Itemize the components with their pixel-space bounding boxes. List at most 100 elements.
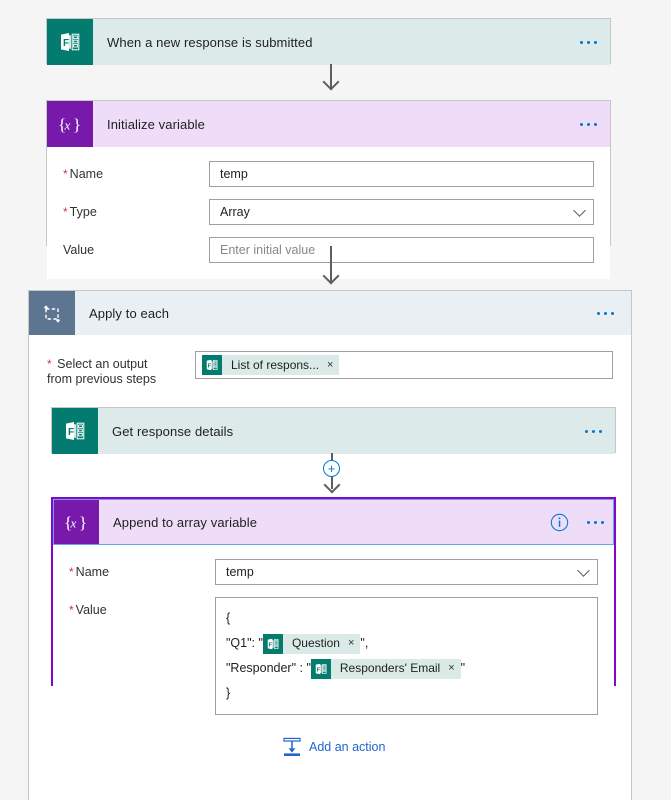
menu-dot [586,520,590,524]
svg-text:F: F [63,38,69,49]
scope-apply-to-each[interactable]: Apply to each Select an output from prev… [28,290,632,800]
token-chip-list-of-responses[interactable]: F List of respons... × [202,355,340,375]
field-name: Name temp [63,161,594,187]
menu-dot [596,311,600,315]
card-header[interactable]: { x } Initialize variable [47,101,610,147]
menu-dot [579,40,583,44]
card-title: Initialize variable [107,116,206,132]
menu-dot [593,40,597,44]
microsoft-forms-icon: F [310,658,331,679]
scope-header[interactable]: Apply to each [29,291,631,335]
menu-dot [598,429,602,433]
connector-arrow [324,479,340,495]
card-body: Name temp Type Array Value Enter initial… [47,147,610,279]
menu-dot [593,122,597,126]
svg-text:F: F [68,427,74,438]
variable-type-select[interactable]: Array [209,199,594,225]
svg-text:F: F [208,363,212,369]
variable-type-value: Array [220,205,250,219]
plus-icon: + [327,461,336,476]
card-menu-button[interactable] [566,19,610,65]
card-get-response-details[interactable]: F Get response details [51,407,616,454]
menu-dot [584,429,588,433]
menu-dot [579,122,583,126]
token-remove-icon[interactable]: × [448,656,456,681]
svg-text:x: x [64,118,71,133]
variable-braces-icon: { x } [47,101,93,147]
field-value: Value Enter initial value [63,237,594,263]
info-icon[interactable] [542,499,576,545]
svg-text:}: } [79,513,87,532]
menu-dot [593,520,597,524]
value-line-1: { [226,611,231,625]
field-type: Type Array [63,199,594,225]
card-header[interactable]: F Get response details [52,408,615,454]
svg-text:F: F [269,642,273,648]
card-append-to-array-variable[interactable]: { x } Append to array variable * Name te… [51,497,616,729]
field-name: Name temp [69,559,598,585]
append-value-editor[interactable]: { "Q1": " F Question × ", "Responder" : " F Re… [215,597,598,715]
card-menu-button[interactable] [571,408,615,454]
value-line-3-prefix: "Responder" : " [226,661,311,675]
card-header[interactable]: F When a new response is submitted [47,19,610,65]
insert-step-button[interactable]: + [323,460,340,477]
card-title: Get response details [112,423,234,439]
variable-name-input[interactable]: temp [209,161,594,187]
field-label-type: Type [63,199,209,220]
menu-dot [586,40,590,44]
field-value: Value { "Q1": " F Question × ", "Responder" … [69,597,598,715]
card-title: Append to array variable [113,514,258,530]
card-menu-button[interactable] [566,101,610,147]
value-line-3-suffix: " [460,661,466,675]
add-an-action-label: Add an action [309,740,386,754]
value-line-2-prefix: "Q1": " [226,636,263,650]
connector-arrow [323,76,339,92]
menu-dot [610,311,614,315]
value-line-2: "Q1": " F Question × ", [226,631,587,656]
svg-text:F: F [317,667,321,673]
menu-dot [603,311,607,315]
value-line-4: } [226,686,231,700]
token-remove-icon[interactable]: × [327,359,335,371]
append-variable-name-select[interactable]: temp [215,559,598,585]
value-line-2-suffix: ", [360,636,369,650]
menu-dot [586,122,590,126]
field-label-select-output: Select an output from previous steps [47,351,195,387]
card-initialize-variable[interactable]: { x } Initialize variable Name temp Type… [46,100,611,279]
token-label: Responders' Email [339,661,441,676]
card-body: Name temp Value { "Q1": "FQuestion×", "R… [53,545,614,729]
token-chip-question[interactable]: F Question × [262,631,361,656]
select-output-line1: Select an output [57,357,148,371]
microsoft-forms-icon: F [52,408,98,454]
microsoft-forms-icon: F [262,633,283,654]
microsoft-forms-icon: F [47,19,93,65]
card-title: When a new response is submitted [107,34,313,50]
scope-title: Apply to each [89,305,170,321]
card-when-a-new-response-is-submitted[interactable]: F When a new response is submitted [46,18,611,65]
loop-icon [29,291,75,335]
microsoft-forms-icon: F [202,355,222,375]
variable-braces-icon: { x } [53,499,99,545]
token-remove-icon[interactable]: × [348,631,356,656]
chevron-down-icon [577,564,590,577]
select-output-line2: from previous steps [47,372,157,386]
field-label-name: Name [69,559,215,580]
token-chip-responders-email[interactable]: F Responders' Email × [310,656,461,681]
add-an-action-button[interactable]: Add an action [283,737,385,757]
svg-text:x: x [70,516,77,531]
variable-value-input[interactable]: Enter initial value [209,237,594,263]
svg-text:}: } [73,115,81,134]
field-label-value: Value [69,597,215,618]
field-select-output: Select an output from previous steps F [47,351,613,387]
chevron-down-icon [573,204,586,217]
card-menu-button[interactable] [576,499,614,545]
connector-arrow [323,270,339,286]
field-label-name: Name [63,161,209,182]
field-label-value: Value [63,243,95,257]
menu-dot [600,520,604,524]
token-label: Question [291,636,340,651]
select-output-input[interactable]: F List of respons... × [195,351,613,379]
card-header[interactable]: { x } Append to array variable [53,499,614,545]
insert-action-icon [283,737,301,757]
scope-menu-button[interactable] [579,291,631,335]
